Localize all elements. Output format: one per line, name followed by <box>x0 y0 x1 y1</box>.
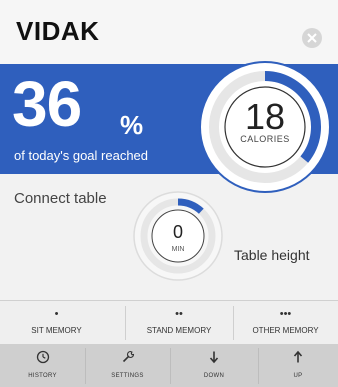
clock-icon <box>0 344 85 370</box>
stand-memory-dots: •• <box>175 308 183 320</box>
up-label: UP <box>293 373 303 379</box>
stand-memory-label: STAND MEMORY <box>146 326 212 335</box>
calories-value: 18 <box>244 96 286 137</box>
calories-label: CALORIES <box>240 134 290 144</box>
minutes-value: 0 <box>172 222 183 242</box>
goal-percent-value: 36 <box>12 68 82 140</box>
sit-memory-button[interactable]: • SIT MEMORY <box>0 300 113 344</box>
sit-memory-label: SIT MEMORY <box>31 326 82 335</box>
goal-caption: of today's goal reached <box>14 148 149 163</box>
other-memory-label: OTHER MEMORY <box>252 326 319 335</box>
other-memory-button[interactable]: ••• OTHER MEMORY <box>233 300 338 344</box>
connect-table-link[interactable]: Connect table <box>14 190 107 207</box>
wrench-icon <box>85 344 170 370</box>
arrow-up-icon <box>258 344 338 370</box>
settings-label: SETTINGS <box>111 373 144 379</box>
settings-button[interactable]: SETTINGS <box>85 344 170 387</box>
close-button[interactable] <box>302 28 322 48</box>
up-button[interactable]: UP <box>258 344 338 387</box>
history-label: HISTORY <box>28 373 57 379</box>
stand-memory-button[interactable]: •• STAND MEMORY <box>125 300 233 344</box>
brand-logo: VIDAK <box>16 16 100 46</box>
history-button[interactable]: HISTORY <box>0 344 85 387</box>
other-memory-dots: ••• <box>279 308 292 320</box>
table-height-label: Table height <box>234 247 310 263</box>
down-label: DOWN <box>203 373 225 379</box>
minutes-unit: MIN <box>171 246 185 253</box>
goal-percent-sign: % <box>120 110 144 140</box>
sit-memory-dots: • <box>54 308 59 320</box>
down-button[interactable]: DOWN <box>170 344 258 387</box>
arrow-down-icon <box>170 344 258 370</box>
close-icon <box>307 33 317 43</box>
